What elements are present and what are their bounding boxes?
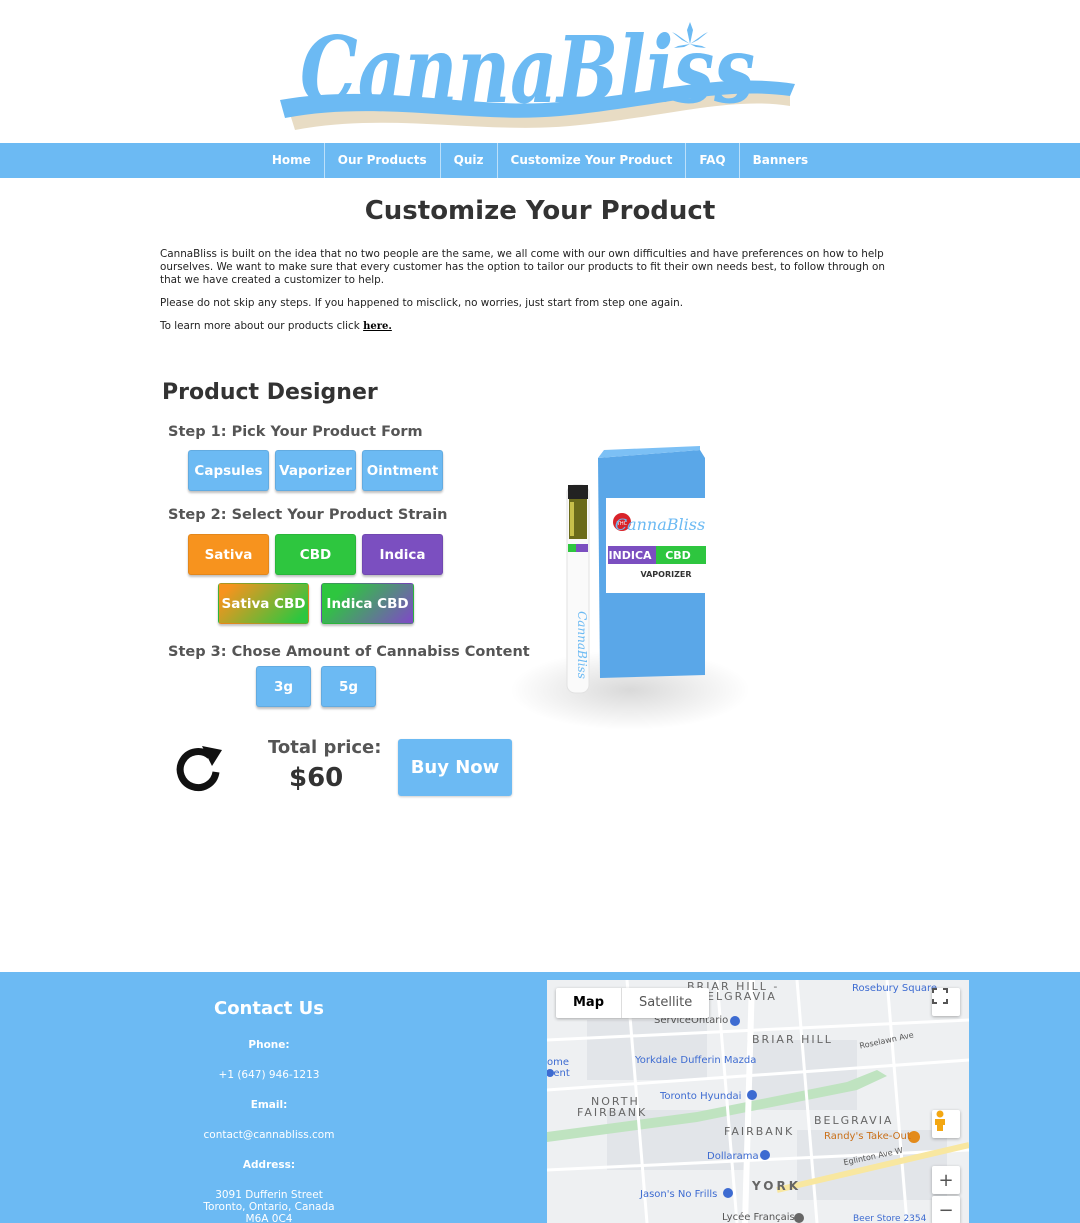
product-box: THC CannaBliss INDICA CBD VAPORIZER [598, 446, 706, 678]
phone-value[interactable]: +1 (647) 946-1213 [130, 1069, 408, 1081]
nav-faq[interactable]: FAQ [685, 143, 738, 178]
nav-customize-your-product[interactable]: Customize Your Product [496, 143, 686, 178]
map-label-beer-store: Beer Store 2354 [853, 1214, 927, 1223]
map-tab-map[interactable]: Map [556, 988, 621, 1018]
svg-text:CannaBliss: CannaBliss [575, 611, 589, 679]
intro-paragraph-1: CannaBliss is built on the idea that no … [160, 248, 885, 286]
map-label-fairbank-north: FAIRBANK [577, 1106, 648, 1119]
strain-indica-cbd-button[interactable]: Indica CBD [321, 583, 414, 624]
main-nav: Home Our Products Quiz Customize Your Pr… [0, 143, 1080, 178]
map-label-fairbank: FAIRBANK [724, 1125, 795, 1138]
map-label-york: YORK [752, 1179, 802, 1193]
map-embed[interactable]: BRIAR HILL - ELGRAVIA Rosebury Square Se… [547, 980, 969, 1223]
address-line-2: Toronto, Ontario, Canada [203, 1201, 335, 1213]
site-header: CannaBliss [0, 0, 1080, 143]
map-label-jasons: Jason's No Frills [640, 1189, 718, 1200]
form-capsules-button[interactable]: Capsules [188, 450, 269, 491]
products-link[interactable]: here. [363, 321, 392, 332]
map-label-randys: Randy's Take-Out [824, 1131, 911, 1142]
map-label-briar-hill: BRIAR HILL [752, 1033, 833, 1046]
amount-3g-button[interactable]: 3g [256, 666, 311, 707]
map-type-toggle: Map Satellite [556, 988, 710, 1018]
address-line-1: 3091 Dufferin Street [215, 1189, 323, 1201]
site-footer: Contact Us Phone: +1 (647) 946-1213 Emai… [0, 972, 1080, 1223]
buy-now-button[interactable]: Buy Now [398, 739, 512, 796]
nav-banners[interactable]: Banners [738, 143, 822, 178]
map-label-rosebury: Rosebury Square [852, 983, 938, 994]
intro-paragraph-2: Please do not skip any steps. If you hap… [160, 297, 684, 309]
total-price-label: Total price: [268, 737, 382, 758]
map-label-toronto-hyundai: Toronto Hyundai [660, 1091, 742, 1102]
map-label-home: ome [547, 1057, 570, 1068]
fullscreen-icon[interactable] [932, 988, 960, 1016]
zoom-out-button[interactable]: − [932, 1196, 960, 1223]
email-label: Email: [250, 1099, 288, 1111]
nav-quiz[interactable]: Quiz [439, 143, 497, 178]
email-value[interactable]: contact@cannabliss.com [130, 1129, 408, 1141]
page-title: Customize Your Product [364, 196, 716, 226]
strain-indica-button[interactable]: Indica [362, 534, 443, 575]
svg-text:INDICA: INDICA [608, 549, 652, 562]
vape-pen: CannaBliss [566, 484, 590, 694]
map-tab-satellite[interactable]: Satellite [621, 988, 709, 1018]
strain-sativa-cbd-button[interactable]: Sativa CBD [218, 583, 309, 624]
address-line-3: M6A 0C4 [245, 1213, 293, 1223]
address-label: Address: [242, 1159, 296, 1171]
strain-cbd-button[interactable]: CBD [275, 534, 356, 575]
map-label-ment: nent [547, 1068, 570, 1079]
contact-section: Contact Us Phone: +1 (647) 946-1213 Emai… [130, 972, 408, 1223]
nav-home[interactable]: Home [259, 143, 324, 178]
intro-text: CannaBliss is built on the idea that no … [160, 248, 900, 343]
map-label-lycee: Lycée Français [722, 1212, 795, 1223]
step3-label: Step 3: Chose Amount of Cannabiss Conten… [168, 644, 530, 660]
svg-text:CannaBliss: CannaBliss [615, 515, 705, 534]
phone-label: Phone: [248, 1039, 290, 1051]
step2-label: Step 2: Select Your Product Strain [168, 507, 448, 523]
strain-sativa-button[interactable]: Sativa [188, 534, 269, 575]
designer-title: Product Designer [162, 380, 378, 405]
cannabliss-logo[interactable]: CannaBliss [270, 2, 810, 142]
contact-title: Contact Us [213, 998, 324, 1019]
svg-text:CannaBliss: CannaBliss [300, 16, 755, 124]
map-label-yorkdale: Yorkdale Dufferin Mazda [635, 1055, 757, 1066]
address-value: 3091 Dufferin Street Toronto, Ontario, C… [130, 1189, 408, 1223]
amount-5g-button[interactable]: 5g [321, 666, 376, 707]
product-preview-image: CannaBliss THC CannaBliss INDICA CBD VAP… [500, 440, 768, 740]
refresh-icon[interactable] [172, 742, 228, 798]
map-label-belgravia: BELGRAVIA [814, 1114, 894, 1127]
form-vaporizer-button[interactable]: Vaporizer [275, 450, 356, 491]
pegman-icon[interactable] [932, 1110, 960, 1138]
step1-label: Step 1: Pick Your Product Form [168, 424, 423, 440]
svg-text:VAPORIZER: VAPORIZER [640, 570, 691, 579]
form-ointment-button[interactable]: Ointment [362, 450, 443, 491]
map-label-dollarama: Dollarama [707, 1151, 759, 1162]
total-price-value: $60 [289, 763, 344, 793]
intro-paragraph-3: To learn more about our products click h… [160, 320, 900, 333]
nav-our-products[interactable]: Our Products [323, 143, 440, 178]
intro-link-prefix: To learn more about our products click [160, 320, 364, 332]
map-label-belgravia-top: ELGRAVIA [707, 990, 777, 1003]
svg-text:CBD: CBD [665, 549, 691, 562]
zoom-in-button[interactable]: + [932, 1166, 960, 1194]
